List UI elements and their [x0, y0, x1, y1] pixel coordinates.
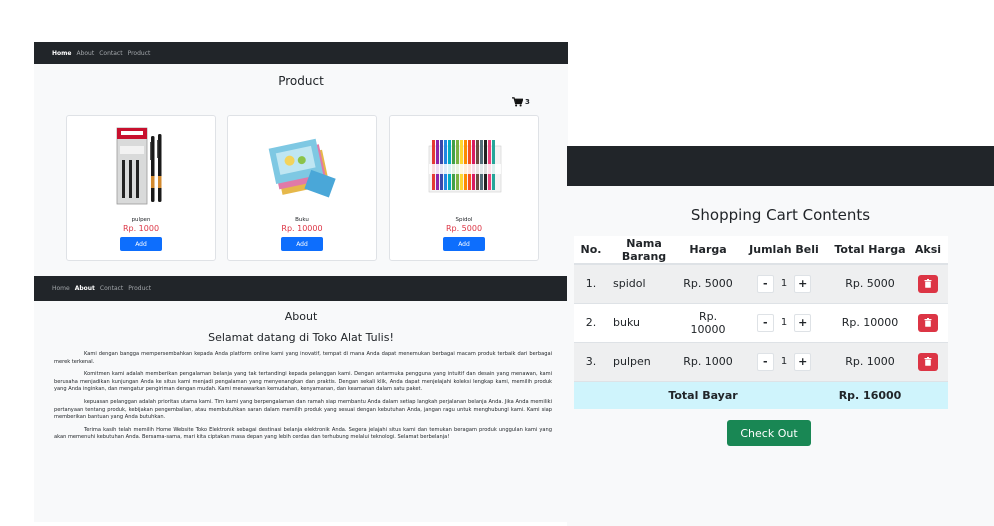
delete-item-button[interactable]: [918, 352, 938, 371]
item-price: Rp. 10000: [680, 303, 736, 343]
increase-quantity-button[interactable]: +: [794, 313, 812, 332]
cart-count: 3: [525, 98, 530, 106]
action-cell: [908, 342, 948, 382]
column-header: Nama Barang: [608, 236, 680, 265]
column-header: Total Harga: [832, 236, 908, 265]
quantity-stepper: - 1 +: [756, 352, 812, 371]
quantity-stepper: - 1 +: [756, 274, 812, 293]
about-paragraph: Komitmen kami adalah memberikan pengalam…: [54, 371, 552, 393]
increase-quantity-button[interactable]: +: [794, 274, 812, 293]
welcome-heading: Selamat datang di Toko Alat Tulis!: [208, 331, 394, 344]
pen-box-image: [100, 124, 184, 208]
navbar: [567, 146, 994, 186]
add-to-cart-button[interactable]: Add: [120, 237, 162, 251]
page-title: Product: [278, 74, 324, 88]
add-to-cart-button[interactable]: Add: [443, 237, 485, 251]
item-price: Rp. 1000: [680, 342, 736, 382]
nav-home[interactable]: Home: [52, 50, 71, 57]
item-name: pulpen: [608, 342, 680, 382]
row-number: 1.: [574, 264, 608, 304]
table-row: 2. buku Rp. 10000 - 1 + Rp. 10000: [574, 303, 948, 343]
product-card: Buku Rp. 10000 Add: [227, 115, 377, 261]
item-price: Rp. 5000: [680, 264, 736, 304]
column-header: No.: [574, 236, 608, 265]
total-label: Total Bayar: [574, 381, 832, 409]
table-row: 1. spidol Rp. 5000 - 1 + Rp. 5000: [574, 264, 948, 304]
action-cell: [908, 264, 948, 304]
product-card: pulpen Rp. 1000 Add: [66, 115, 216, 261]
decrease-quantity-button[interactable]: -: [756, 313, 774, 332]
item-total: Rp. 10000: [832, 303, 908, 343]
nav-about[interactable]: About: [75, 285, 95, 292]
trash-icon: [924, 279, 932, 289]
nav-contact[interactable]: Contact: [100, 285, 123, 292]
delete-item-button[interactable]: [918, 313, 938, 332]
navbar: Home About Contact Product: [34, 42, 568, 64]
product-card: Spidol Rp. 5000 Add: [389, 115, 539, 261]
quantity-value: 1: [780, 317, 788, 328]
column-header: Harga: [680, 236, 736, 265]
table-row: 3. pulpen Rp. 1000 - 1 + Rp. 1000: [574, 342, 948, 382]
product-price: Rp. 1000: [122, 224, 160, 233]
about-paragraph: kepuasan pelanggan adalah prioritas utam…: [54, 398, 552, 421]
nav-about[interactable]: About: [76, 50, 94, 57]
nav-product[interactable]: Product: [128, 50, 151, 57]
item-name: spidol: [608, 264, 680, 304]
column-header: Jumlah Beli: [736, 236, 832, 265]
decrease-quantity-button[interactable]: -: [756, 352, 774, 371]
cart-page-panel: Shopping Cart Contents No. Nama Barang H…: [567, 146, 994, 526]
product-price: Rp. 10000: [281, 224, 323, 233]
increase-quantity-button[interactable]: +: [794, 352, 812, 371]
product-page-panel: Home About Contact Product Product 3 pul…: [34, 42, 568, 276]
markers-image: [423, 124, 507, 208]
cart-table: No. Nama Barang Harga Jumlah Beli Total …: [574, 236, 948, 409]
total-empty-cell: [908, 381, 948, 409]
page-title: About: [284, 310, 318, 323]
quantity-cell: - 1 +: [736, 342, 832, 382]
quantity-cell: - 1 +: [736, 303, 832, 343]
cart-icon: [512, 97, 523, 107]
about-page-panel: Home About Contact Product About Selamat…: [34, 276, 568, 522]
item-total: Rp. 1000: [832, 342, 908, 382]
total-row: Total Bayar Rp. 16000: [574, 381, 948, 409]
product-name: Buku: [295, 217, 309, 223]
checkout-button[interactable]: Check Out: [727, 420, 811, 446]
page-title: Shopping Cart Contents: [690, 206, 871, 224]
row-number: 3.: [574, 342, 608, 382]
decrease-quantity-button[interactable]: -: [756, 274, 774, 293]
nav-contact[interactable]: Contact: [99, 50, 122, 57]
quantity-cell: - 1 +: [736, 264, 832, 304]
product-price: Rp. 5000: [445, 224, 483, 233]
column-header: Aksi: [908, 236, 948, 265]
product-name: Spidol: [455, 217, 473, 223]
quantity-value: 1: [780, 278, 788, 290]
about-paragraph: Kami dengan bangga mempersembahkan kepad…: [54, 351, 552, 365]
quantity-stepper: - 1 +: [756, 313, 812, 332]
notebooks-image: [261, 124, 345, 208]
trash-icon: [924, 318, 932, 327]
action-cell: [908, 303, 948, 343]
item-total: Rp. 5000: [832, 264, 908, 304]
add-to-cart-button[interactable]: Add: [281, 237, 323, 251]
row-number: 2.: [574, 303, 608, 343]
about-text: Kami dengan bangga mempersembahkan kepad…: [54, 351, 552, 447]
table-header-row: No. Nama Barang Harga Jumlah Beli Total …: [574, 236, 948, 265]
about-paragraph: Terima kasih telah memilih Home Website …: [54, 426, 552, 441]
delete-item-button[interactable]: [918, 274, 938, 293]
nav-product[interactable]: Product: [128, 285, 151, 292]
quantity-value: 1: [780, 356, 788, 367]
cart-indicator[interactable]: 3: [512, 97, 530, 107]
nav-home[interactable]: Home: [52, 285, 70, 292]
total-value: Rp. 16000: [832, 381, 908, 409]
trash-icon: [924, 357, 932, 366]
product-name: pulpen: [131, 217, 151, 223]
item-name: buku: [608, 303, 680, 343]
navbar: Home About Contact Product: [34, 276, 568, 301]
